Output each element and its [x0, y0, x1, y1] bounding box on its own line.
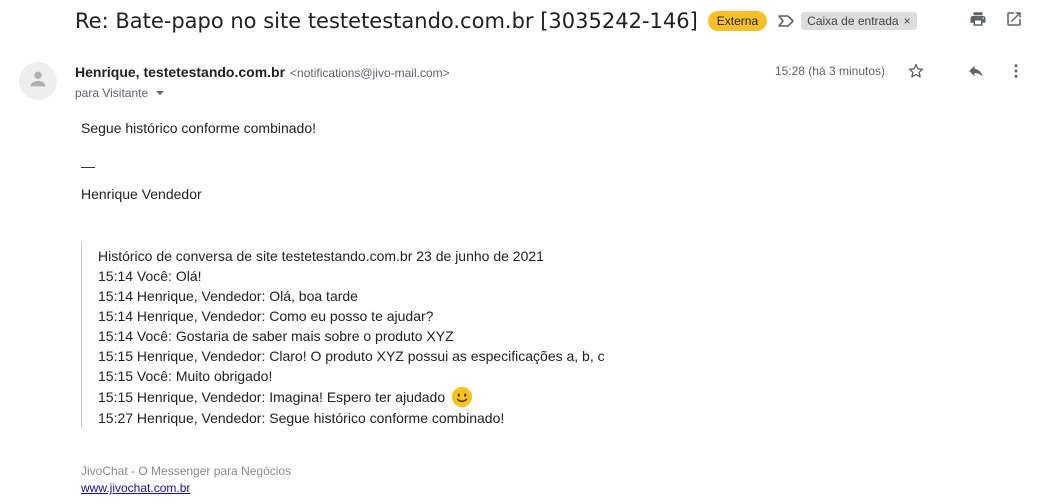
history-line: 15:15 Henrique, Vendedor: Claro! O produ… — [98, 348, 605, 364]
history-line: 15:14 Henrique, Vendedor: Como eu posso … — [98, 308, 434, 324]
open-new-window-icon[interactable] — [1005, 10, 1023, 28]
reply-icon[interactable] — [967, 62, 985, 80]
external-badge: Externa — [707, 11, 768, 31]
message-meta: 15:28 (há 3 minutos) — [775, 62, 1025, 80]
sender-name[interactable]: Henrique, testetestando.com.br — [75, 64, 285, 80]
history-line: 15:14 Você: Olá! — [98, 268, 202, 284]
history-line-text: 15:15 Henrique, Vendedor: Imagina! Esper… — [98, 389, 446, 405]
recipient-text: para Visitante — [75, 86, 149, 100]
inbox-label-text: Caixa de entrada — [807, 14, 899, 28]
email-subject: Re: Bate-papo no site testetestando.com.… — [75, 9, 698, 33]
history-header: Histórico de conversa de site testetesta… — [98, 248, 544, 264]
footer-brand: JivoChat - O Messenger para Negócios — [81, 464, 292, 478]
history-line: 15:14 Você: Gostaria de saber mais sobre… — [98, 328, 454, 344]
inbox-label-chip: Caixa de entrada × — [801, 12, 917, 30]
recipient-line: para Visitante — [75, 86, 165, 100]
body-intro: Segue histórico conforme combinado! — [81, 120, 317, 136]
chat-history-quote: Histórico de conversa de site testetesta… — [81, 242, 605, 429]
body-signature: Henrique Vendedor — [81, 186, 202, 202]
history-line: 15:27 Henrique, Vendedor: Segue históric… — [98, 410, 505, 426]
history-line-with-emoji: 15:15 Henrique, Vendedor: Imagina! Esper… — [98, 386, 605, 408]
caret-down-icon[interactable] — [156, 91, 165, 95]
sender-email: <notifications@jivo-mail.com> — [290, 66, 450, 80]
subject-row: Re: Bate-papo no site testetestando.com.… — [75, 6, 917, 36]
top-actions — [969, 10, 1023, 28]
sender-line: Henrique, testetestando.com.br <notifica… — [75, 64, 450, 80]
timestamp: 15:28 (há 3 minutos) — [774, 64, 885, 78]
label-arrow-icon[interactable] — [777, 14, 795, 28]
print-icon[interactable] — [969, 10, 987, 28]
body-separator: — — [81, 158, 95, 174]
history-line: 15:15 Você: Muito obrigado! — [98, 368, 273, 384]
remove-label-button[interactable]: × — [904, 14, 911, 28]
avatar-person-icon — [27, 68, 49, 95]
avatar[interactable] — [19, 62, 57, 100]
footer-link[interactable]: www.jivochat.com.br — [81, 481, 190, 495]
more-vert-icon[interactable] — [1007, 62, 1025, 80]
star-icon[interactable] — [907, 62, 925, 80]
smiley-emoji-icon — [451, 386, 473, 408]
history-line: 15:14 Henrique, Vendedor: Olá, boa tarde — [98, 288, 358, 304]
